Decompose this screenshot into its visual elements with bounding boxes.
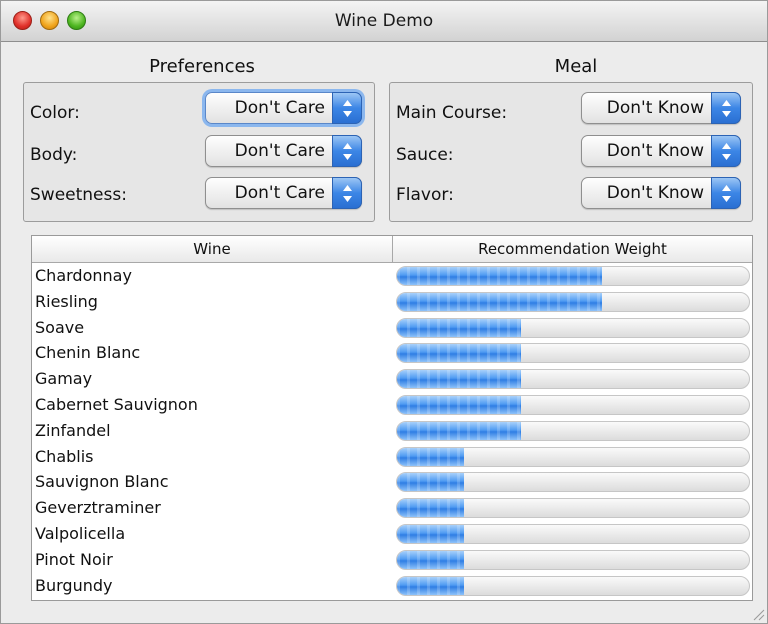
table-row[interactable]: Burgundy <box>32 573 752 599</box>
recommendation-weight-bar <box>396 343 750 364</box>
recommendation-weight-fill <box>397 576 464 595</box>
wine-name: Chenin Blanc <box>35 343 141 363</box>
recommendation-weight-bar <box>396 420 750 441</box>
main-course-label: Main Course: <box>396 103 508 123</box>
recommendation-weight-fill <box>397 550 464 569</box>
table-row[interactable]: Chenin Blanc <box>32 340 752 366</box>
chevron-up-down-icon <box>332 135 362 167</box>
table-row[interactable]: Chardonnay <box>32 263 752 289</box>
body-popup[interactable]: Don't Care <box>205 135 362 167</box>
recommendation-weight-fill <box>397 318 521 337</box>
recommendation-weight-fill <box>397 396 521 414</box>
recommendation-weight-bar <box>396 291 750 312</box>
flavor-popup-value: Don't Know <box>606 183 704 203</box>
column-header-wine[interactable]: Wine <box>32 236 393 262</box>
recommendation-weight-fill <box>397 499 464 518</box>
sauce-popup[interactable]: Don't Know <box>581 135 741 167</box>
recommendation-weight-fill <box>397 473 464 492</box>
wine-name: Zinfandel <box>35 420 111 440</box>
recommendation-weight-bar <box>396 498 750 519</box>
recommendation-weight-bar <box>396 395 750 415</box>
sauce-label: Sauce: <box>396 145 454 165</box>
wine-table[interactable]: Wine Recommendation Weight Chardonnay Rie… <box>31 235 753 601</box>
title-bar[interactable]: Wine Demo <box>1 1 767 42</box>
color-label: Color: <box>30 103 80 123</box>
recommendation-weight-bar <box>396 317 750 338</box>
main-course-popup-value: Don't Know <box>606 98 704 118</box>
recommendation-weight-fill <box>397 267 602 285</box>
wine-name: Chablis <box>35 446 94 466</box>
recommendation-weight-fill <box>397 344 521 363</box>
chevron-up-down-icon <box>711 92 741 124</box>
recommendation-weight-bar <box>396 266 750 286</box>
wine-name: Gamay <box>35 369 93 389</box>
recommendation-weight-bar <box>396 472 750 493</box>
chevron-up-down-icon <box>711 135 741 167</box>
recommendation-weight-bar <box>396 369 750 390</box>
table-row[interactable]: Gamay <box>32 366 752 392</box>
wine-name: Sauvignon Blanc <box>35 472 169 492</box>
recommendation-weight-fill <box>397 370 521 389</box>
meal-group-title: Meal <box>554 56 598 77</box>
flavor-label: Flavor: <box>396 185 454 205</box>
sweetness-popup[interactable]: Don't Care <box>205 177 362 209</box>
main-course-popup[interactable]: Don't Know <box>581 92 741 124</box>
wine-name: Pinot Noir <box>35 549 113 569</box>
resize-grip-icon[interactable] <box>751 607 765 621</box>
table-header: Wine Recommendation Weight <box>32 236 752 263</box>
recommendation-weight-bar <box>396 575 750 596</box>
recommendation-weight-fill <box>397 421 521 440</box>
sweetness-popup-value: Don't Care <box>234 183 325 203</box>
wine-name: Valpolicella <box>35 524 126 543</box>
recommendation-weight-bar <box>396 524 750 544</box>
wine-name: Chardonnay <box>35 266 132 285</box>
wine-name: Geverztraminer <box>35 498 161 518</box>
sweetness-label: Sweetness: <box>30 185 127 205</box>
app-window: Wine Demo Preferences Color: Don't Care … <box>0 0 768 624</box>
recommendation-weight-fill <box>397 447 464 466</box>
table-row[interactable]: Zinfandel <box>32 418 752 444</box>
body-label: Body: <box>30 145 78 165</box>
wine-name: Cabernet Sauvignon <box>35 395 198 414</box>
chevron-up-down-icon <box>332 177 362 209</box>
recommendation-weight-fill <box>397 525 464 543</box>
table-row[interactable]: Soave <box>32 315 752 341</box>
preferences-group-title: Preferences <box>149 56 255 77</box>
table-row[interactable]: Valpolicella <box>32 521 752 547</box>
chevron-up-down-icon <box>711 177 741 209</box>
wine-name: Riesling <box>35 291 98 311</box>
table-row[interactable]: Cabernet Sauvignon <box>32 392 752 418</box>
preferences-group: Color: Don't Care Body: Don't Care Sweet… <box>23 82 375 222</box>
window-title: Wine Demo <box>334 11 434 31</box>
color-popup[interactable]: Don't Care <box>205 92 362 124</box>
wine-name: Soave <box>35 317 85 337</box>
column-header-recommendation-weight[interactable]: Recommendation Weight <box>393 236 752 262</box>
recommendation-weight-bar <box>396 446 750 467</box>
wine-name: Burgundy <box>35 575 113 595</box>
flavor-popup[interactable]: Don't Know <box>581 177 741 209</box>
chevron-up-down-icon <box>332 92 362 124</box>
recommendation-weight-fill <box>397 292 602 311</box>
sauce-popup-value: Don't Know <box>606 141 704 161</box>
table-row[interactable]: Chablis <box>32 444 752 470</box>
table-row[interactable]: Sauvignon Blanc <box>32 469 752 495</box>
table-row[interactable]: Riesling <box>32 289 752 315</box>
recommendation-weight-bar <box>396 549 750 570</box>
color-popup-value: Don't Care <box>234 98 325 118</box>
table-row[interactable]: Geverztraminer <box>32 495 752 521</box>
body-popup-value: Don't Care <box>234 141 325 161</box>
table-row[interactable]: Pinot Noir <box>32 547 752 573</box>
meal-group: Main Course: Don't Know Sauce: Don't Kno… <box>389 82 753 222</box>
